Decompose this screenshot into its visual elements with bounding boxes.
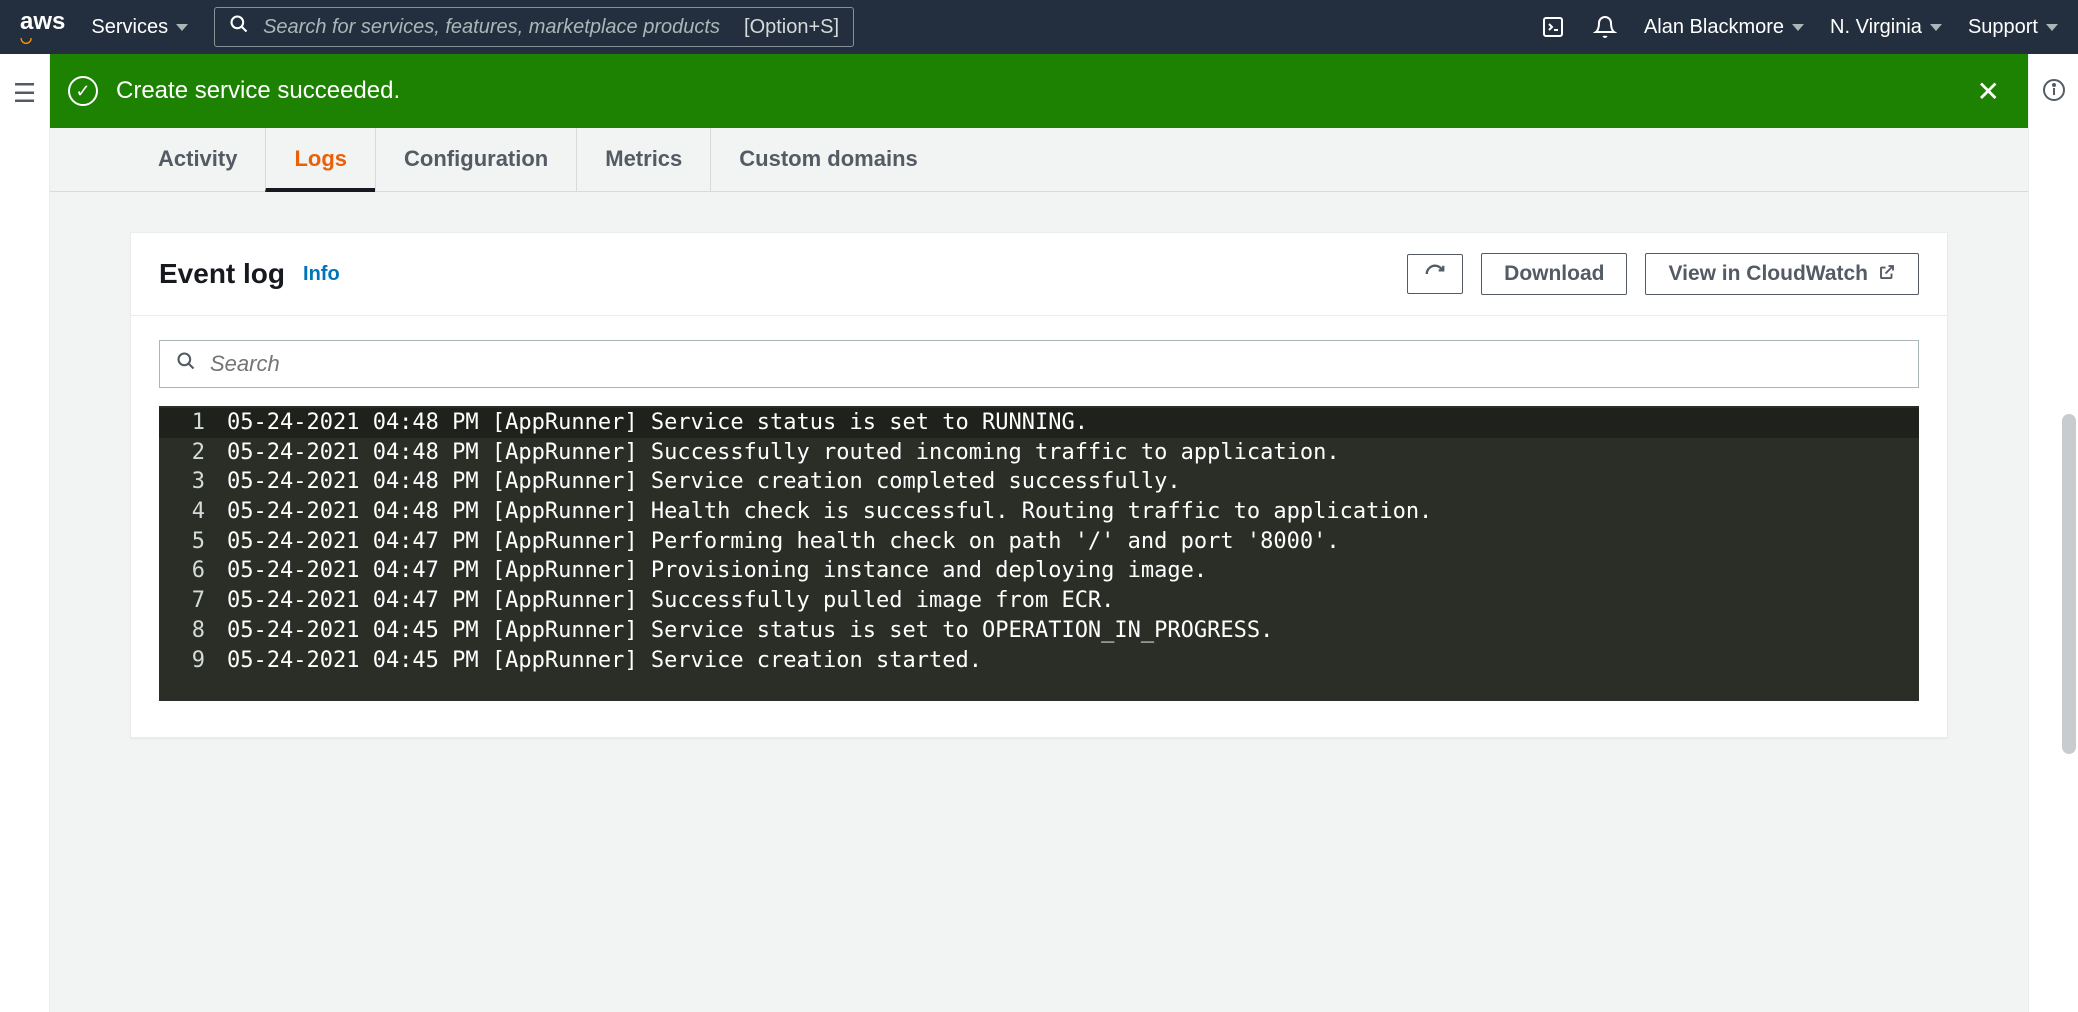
log-text: 05-24-2021 04:48 PM [AppRunner] Successf… xyxy=(219,438,1340,468)
panel-title: Event log xyxy=(159,258,285,290)
cloudshell-icon[interactable] xyxy=(1540,14,1566,40)
tabs: ActivityLogsConfigurationMetricsCustom d… xyxy=(50,128,2028,192)
tab-logs[interactable]: Logs xyxy=(265,128,375,192)
log-line: 405-24-2021 04:48 PM [AppRunner] Health … xyxy=(159,497,1919,527)
caret-down-icon xyxy=(2046,24,2058,31)
right-rail xyxy=(2028,54,2078,1012)
external-link-icon xyxy=(1878,263,1896,286)
caret-down-icon xyxy=(1792,24,1804,31)
info-link[interactable]: Info xyxy=(303,263,340,286)
line-number: 2 xyxy=(159,438,219,468)
download-button[interactable]: Download xyxy=(1481,253,1627,295)
tab-activity[interactable]: Activity xyxy=(130,128,265,191)
search-icon xyxy=(229,14,249,40)
line-number: 6 xyxy=(159,556,219,586)
log-text: 05-24-2021 04:47 PM [AppRunner] Performi… xyxy=(219,527,1340,557)
line-number: 1 xyxy=(159,408,219,438)
line-number: 5 xyxy=(159,527,219,557)
log-line: 305-24-2021 04:48 PM [AppRunner] Service… xyxy=(159,467,1919,497)
services-label: Services xyxy=(91,16,168,39)
tab-metrics[interactable]: Metrics xyxy=(576,128,710,191)
log-line: 205-24-2021 04:48 PM [AppRunner] Success… xyxy=(159,438,1919,468)
view-cloudwatch-button[interactable]: View in CloudWatch xyxy=(1645,253,1919,295)
success-check-icon: ✓ xyxy=(68,76,98,106)
line-number: 8 xyxy=(159,616,219,646)
services-menu[interactable]: Services xyxy=(91,16,188,39)
log-line: 905-24-2021 04:45 PM [AppRunner] Service… xyxy=(159,646,1919,676)
panel-header: Event log Info Download View in CloudWat… xyxy=(131,233,1947,315)
log-search-input[interactable] xyxy=(210,351,1902,377)
account-name: Alan Blackmore xyxy=(1644,16,1784,39)
cloudwatch-label: View in CloudWatch xyxy=(1668,262,1868,286)
success-flash: ✓ Create service succeeded. ✕ xyxy=(50,54,2028,128)
panel-body: 105-24-2021 04:48 PM [AppRunner] Service… xyxy=(131,315,1947,737)
log-text: 05-24-2021 04:45 PM [AppRunner] Service … xyxy=(219,616,1273,646)
log-line: 605-24-2021 04:47 PM [AppRunner] Provisi… xyxy=(159,556,1919,586)
log-viewer[interactable]: 105-24-2021 04:48 PM [AppRunner] Service… xyxy=(159,406,1919,701)
support-menu[interactable]: Support xyxy=(1968,16,2058,39)
refresh-icon xyxy=(1424,263,1446,285)
close-icon[interactable]: ✕ xyxy=(1977,75,2000,108)
flash-message: Create service succeeded. xyxy=(116,77,1959,105)
event-log-panel: Event log Info Download View in CloudWat… xyxy=(130,232,1948,738)
log-search[interactable] xyxy=(159,340,1919,388)
search-icon xyxy=(176,351,196,377)
log-text: 05-24-2021 04:47 PM [AppRunner] Provisio… xyxy=(219,556,1207,586)
download-label: Download xyxy=(1504,262,1604,286)
log-text: 05-24-2021 04:48 PM [AppRunner] Service … xyxy=(219,408,1088,438)
line-number: 9 xyxy=(159,646,219,676)
line-number: 3 xyxy=(159,467,219,497)
region-menu[interactable]: N. Virginia xyxy=(1830,16,1942,39)
support-label: Support xyxy=(1968,16,2038,39)
left-rail: ☰ xyxy=(0,54,50,1012)
line-number: 7 xyxy=(159,586,219,616)
log-text: 05-24-2021 04:45 PM [AppRunner] Service … xyxy=(219,646,982,676)
log-text: 05-24-2021 04:48 PM [AppRunner] Service … xyxy=(219,467,1181,497)
caret-down-icon xyxy=(1930,24,1942,31)
refresh-button[interactable] xyxy=(1407,254,1463,294)
global-search[interactable]: Search for services, features, marketpla… xyxy=(214,7,854,47)
log-line: 805-24-2021 04:45 PM [AppRunner] Service… xyxy=(159,616,1919,646)
region-name: N. Virginia xyxy=(1830,16,1922,39)
hamburger-icon[interactable]: ☰ xyxy=(13,78,36,1012)
line-number: 4 xyxy=(159,497,219,527)
search-placeholder: Search for services, features, marketpla… xyxy=(263,16,730,39)
main-content: ✓ Create service succeeded. ✕ ActivityLo… xyxy=(50,54,2028,1012)
notifications-icon[interactable] xyxy=(1592,14,1618,40)
log-line: 505-24-2021 04:47 PM [AppRunner] Perform… xyxy=(159,527,1919,557)
log-line: 705-24-2021 04:47 PM [AppRunner] Success… xyxy=(159,586,1919,616)
account-menu[interactable]: Alan Blackmore xyxy=(1644,16,1804,39)
tab-custom-domains[interactable]: Custom domains xyxy=(710,128,945,191)
scrollbar-thumb[interactable] xyxy=(2062,414,2076,754)
top-nav: aws ◡ Services Search for services, feat… xyxy=(0,0,2078,54)
log-text: 05-24-2021 04:47 PM [AppRunner] Successf… xyxy=(219,586,1114,616)
log-line: 105-24-2021 04:48 PM [AppRunner] Service… xyxy=(159,408,1919,438)
caret-down-icon xyxy=(176,24,188,31)
search-kbd-hint: [Option+S] xyxy=(744,16,839,39)
aws-logo[interactable]: aws ◡ xyxy=(20,11,65,43)
tab-configuration[interactable]: Configuration xyxy=(375,128,576,191)
log-text: 05-24-2021 04:48 PM [AppRunner] Health c… xyxy=(219,497,1432,527)
